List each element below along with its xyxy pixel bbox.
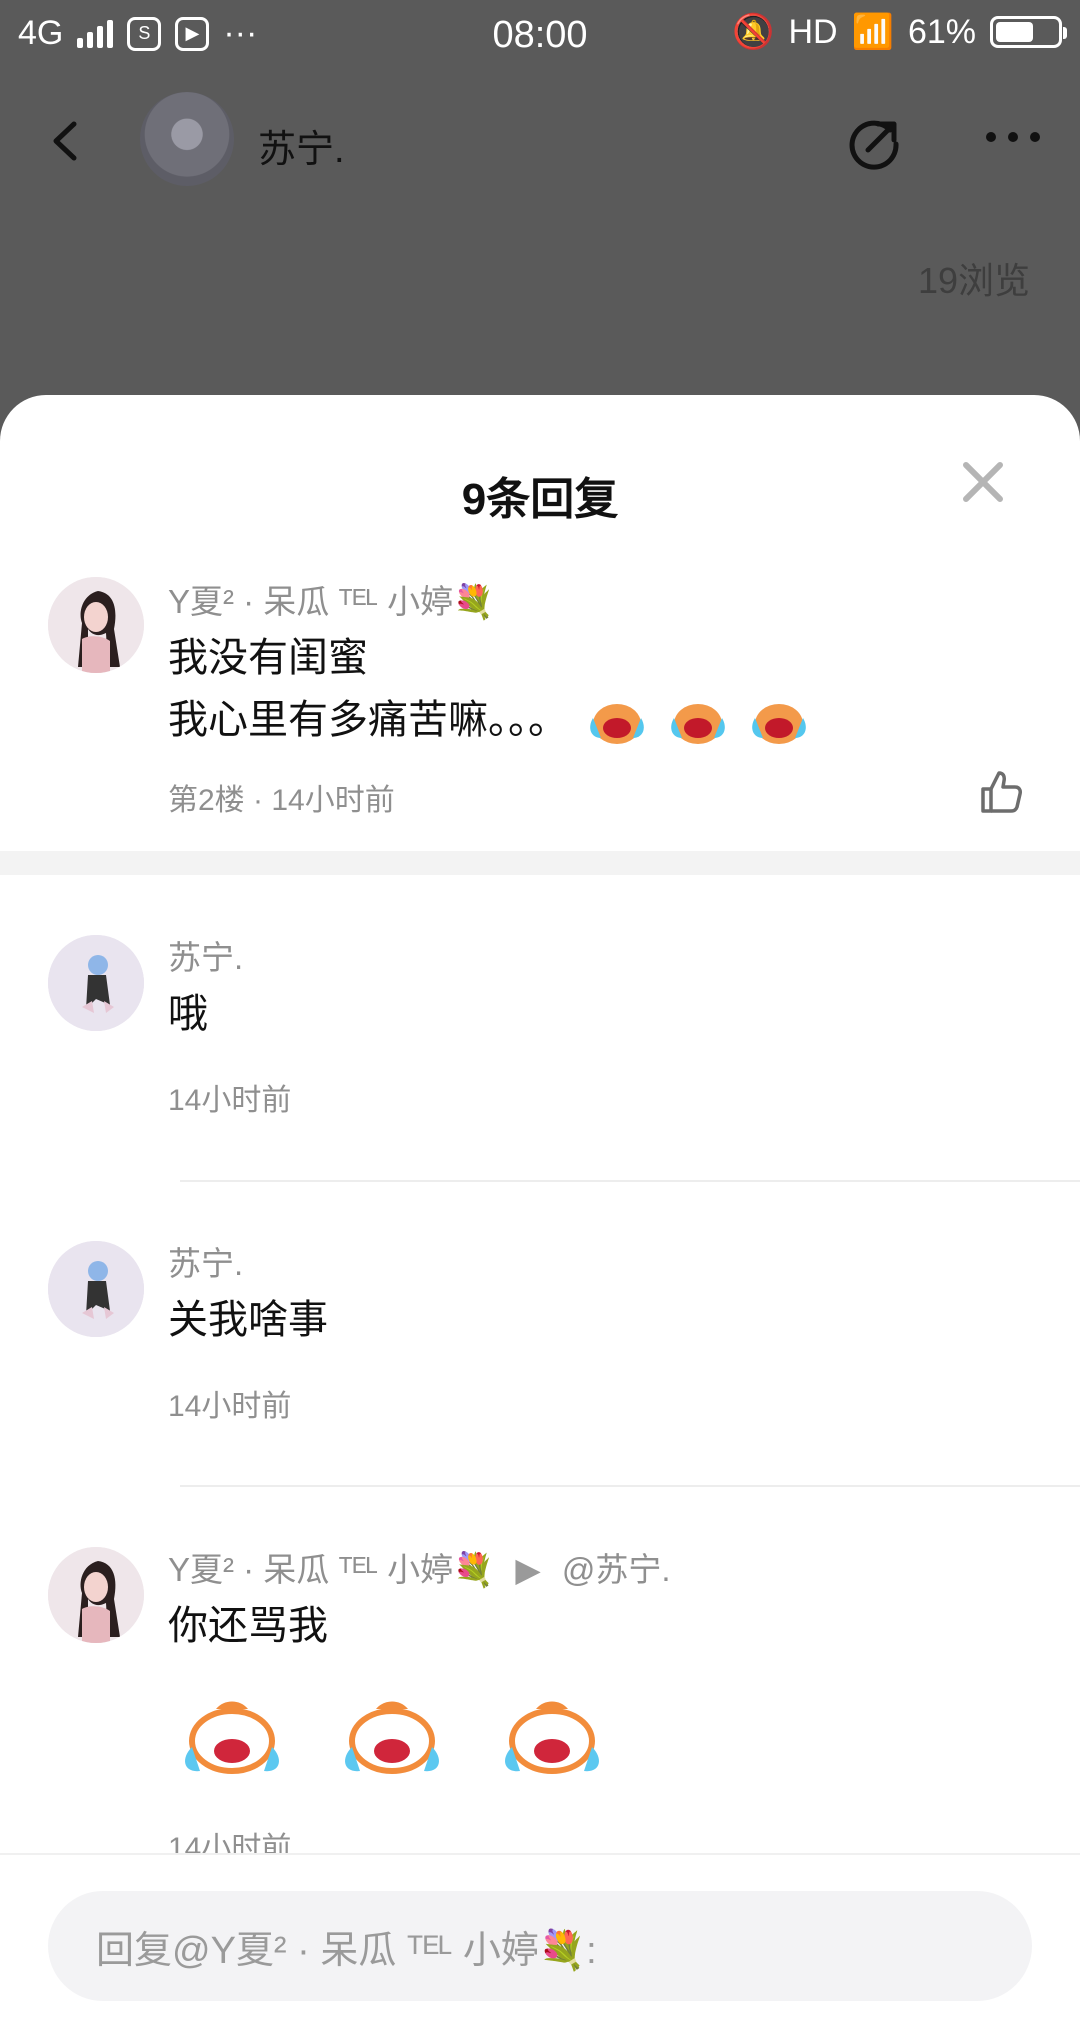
status-bar: 4G S ▶ ··· 08:00 🔕 HD 📶 61% (0, 0, 1080, 70)
avatar[interactable] (48, 1241, 144, 1337)
views-count: 19浏览 (917, 260, 1030, 301)
crying-emoji-icon (752, 704, 807, 745)
avatar[interactable] (140, 92, 234, 186)
comment-line: 我心里有多痛苦嘛。。。 (168, 698, 568, 742)
thumbs-up-icon[interactable] (975, 767, 1025, 817)
section-divider (0, 851, 1080, 875)
crying-sticker-icon (345, 1701, 439, 1774)
hd-label: HD (788, 12, 838, 51)
crying-sticker-icon (185, 1701, 279, 1774)
chevron-left-icon[interactable] (42, 116, 92, 166)
comment-floor-time: 第2楼 · 14小时前 (168, 784, 395, 817)
reply-time: 14小时前 (168, 1390, 292, 1423)
user-photo-icon (48, 577, 144, 673)
battery-percent: 61% (907, 12, 976, 51)
divider (180, 1180, 1080, 1182)
username[interactable]: 苏宁. (258, 118, 345, 173)
user-photo-icon (48, 1547, 144, 1643)
crying-sticker-icon (505, 1701, 599, 1774)
reply-author[interactable]: Y夏² · 呆瓜 ᵀᴱᴸ 小婷💐 (168, 1551, 494, 1588)
avatar[interactable] (48, 577, 144, 673)
crying-emoji-icon (671, 704, 726, 745)
divider (180, 1485, 1080, 1487)
sticker-row (172, 1687, 612, 1783)
reply-bar: 回复@Y夏² · 呆瓜 ᵀᴱᴸ 小婷💐: (0, 1853, 1080, 2034)
comment-author[interactable]: Y夏² · 呆瓜 ᵀᴱᴸ 小婷💐 (168, 575, 494, 623)
replies-sheet: 9条回复 Y夏² · 呆瓜 ᵀᴱᴸ 小婷💐 我没有闺蜜 我心里有多痛苦嘛。。。 (0, 395, 1080, 2034)
share-icon[interactable] (842, 110, 906, 174)
comment-line: 我没有闺蜜 (168, 636, 368, 680)
reply-text: 关我啥事 (168, 1298, 328, 1342)
reply-input[interactable]: 回复@Y夏² · 呆瓜 ᵀᴱᴸ 小婷💐: (48, 1891, 1032, 2001)
user-photo-icon (48, 935, 144, 1031)
reply-to[interactable]: @苏宁. (562, 1551, 671, 1588)
mute-bell-icon: 🔕 (732, 13, 775, 51)
reply-text: 哦 (168, 992, 208, 1036)
more-icon[interactable] (986, 132, 1040, 142)
reply-author[interactable]: 苏宁. (168, 931, 243, 979)
crying-emoji-icon (590, 704, 644, 745)
sheet-title: 9条回复 (461, 475, 619, 524)
close-icon[interactable] (958, 457, 1008, 507)
wifi-icon: 📶 (851, 13, 894, 51)
battery-icon (990, 16, 1067, 48)
avatar[interactable] (48, 935, 144, 1031)
comment-text: 我没有闺蜜 我心里有多痛苦嘛。。。 (168, 627, 811, 751)
avatar[interactable] (48, 1547, 144, 1643)
top-bar: 苏宁. (0, 80, 1080, 200)
user-photo-icon (48, 1241, 144, 1337)
reply-arrow-icon: ▶ (515, 1551, 541, 1588)
reply-text: 你还骂我 (168, 1604, 328, 1648)
reply-author[interactable]: 苏宁. (168, 1237, 243, 1285)
reply-time: 14小时前 (168, 1084, 292, 1117)
